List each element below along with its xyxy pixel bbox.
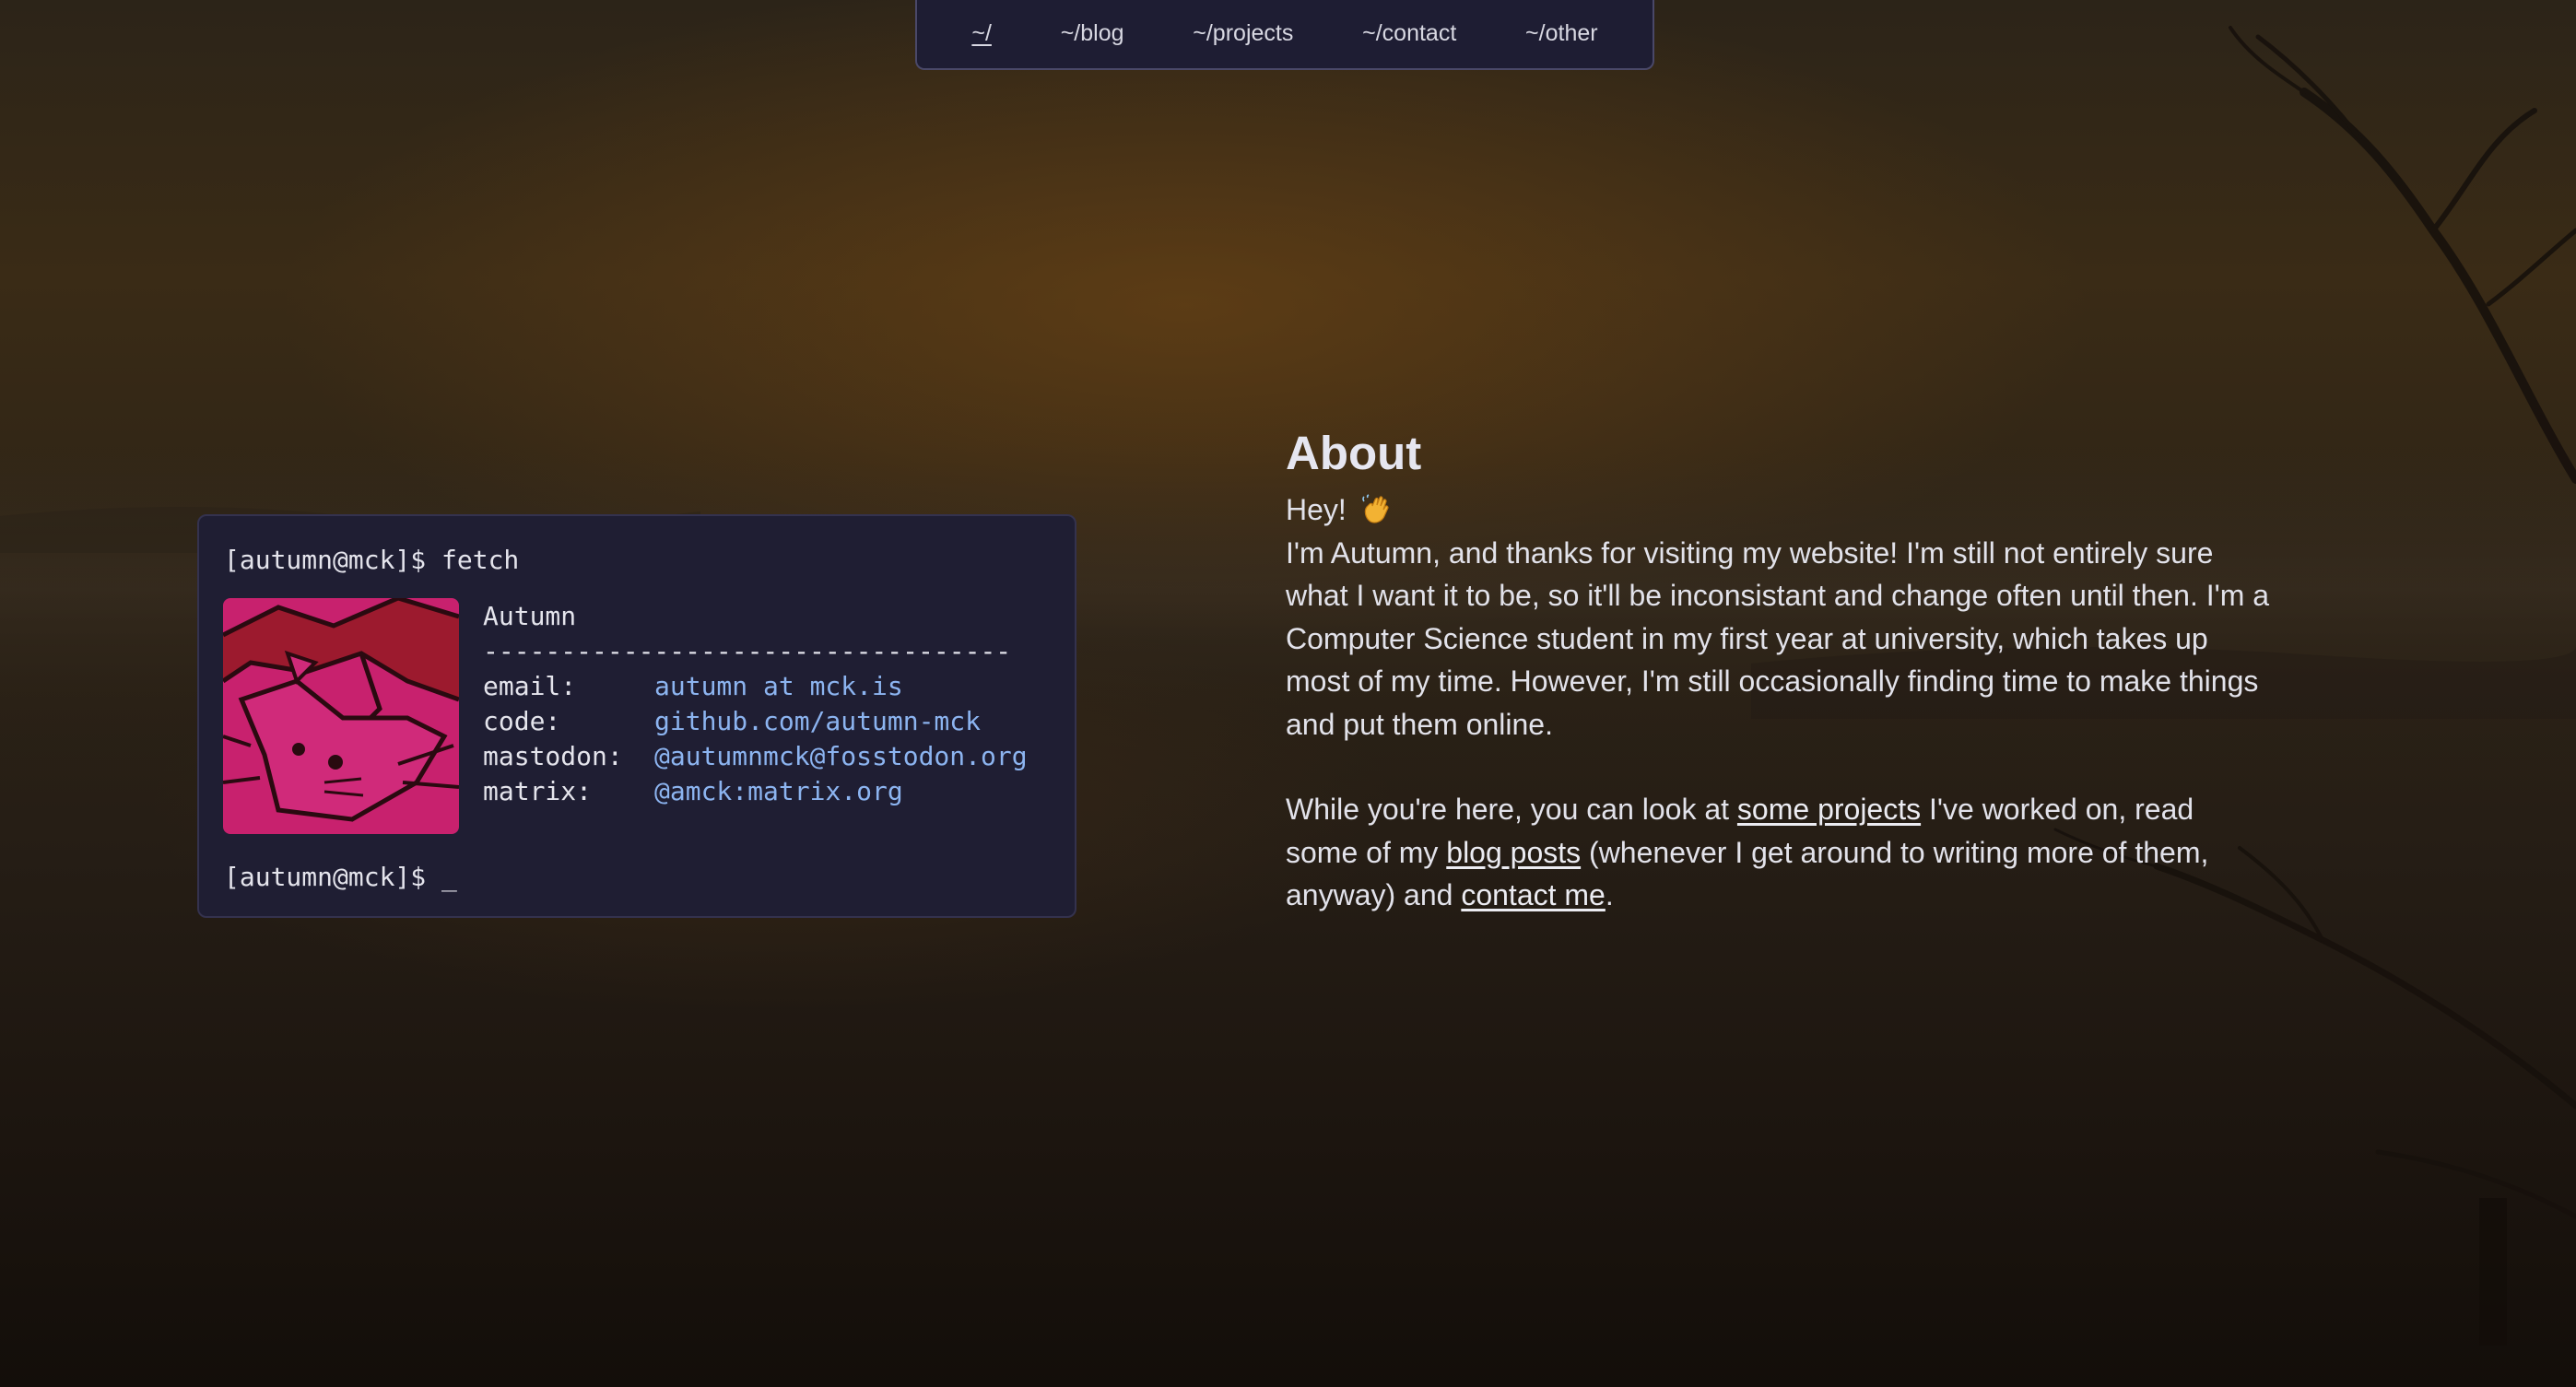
fetch-row-mastodon: mastodon: @autumnmck@fosstodon.org — [483, 739, 1028, 774]
fetch-row-code: code: github.com/autumn-mck — [483, 704, 1028, 739]
fetch-key: code: — [483, 706, 561, 736]
fetch-key: mastodon: — [483, 741, 623, 771]
about-paragraph-2: While you're here, you can look at some … — [1286, 788, 2272, 917]
fetch-separator: ---------------------------------- — [483, 636, 1012, 666]
fetch-row-email: email: autumn at mck.is — [483, 669, 1028, 704]
avatar — [223, 598, 459, 834]
projects-link[interactable]: some projects — [1737, 793, 1921, 826]
greeting: Hey! — [1286, 488, 2272, 532]
text-span: While you're here, you can look at — [1286, 793, 1737, 826]
about-paragraph-1: I'm Autumn, and thanks for visiting my w… — [1286, 535, 2270, 741]
nav-link-contact[interactable]: ~/contact — [1362, 21, 1456, 45]
contact-me-link[interactable]: contact me — [1461, 878, 1606, 911]
fetch-key: email: — [483, 671, 577, 701]
fetch-info: Autumn ---------------------------------… — [483, 599, 1028, 809]
greeting-text: Hey! — [1286, 493, 1347, 526]
waving-hand-icon — [1361, 494, 1393, 525]
nav-link-other[interactable]: ~/other — [1525, 21, 1598, 45]
terminal-prompt: [autumn@mck]$ — [224, 862, 442, 892]
mastodon-link[interactable]: @autumnmck@fosstodon.org — [654, 739, 1028, 774]
terminal-cursor: _ — [441, 862, 457, 892]
terminal-command-line: [autumn@mck]$ fetch — [224, 545, 520, 575]
fetch-row-matrix: matrix: @amck:matrix.org — [483, 774, 1028, 809]
code-link[interactable]: github.com/autumn-mck — [654, 704, 981, 739]
blog-posts-link[interactable]: blog posts — [1446, 836, 1581, 869]
top-nav: ~/ ~/blog ~/projects ~/contact ~/other — [915, 0, 1654, 70]
terminal-fetch-panel: [autumn@mck]$ fetch Autumn -------------… — [197, 514, 1076, 918]
terminal-prompt-line: [autumn@mck]$ _ — [224, 864, 457, 890]
text-span: . — [1605, 878, 1614, 911]
nav-link-projects[interactable]: ~/projects — [1193, 21, 1293, 45]
nav-link-home[interactable]: ~/ — [971, 21, 992, 45]
about-section: About Hey! I'm Autumn, and thanks for vi… — [1286, 424, 2272, 917]
fetch-name: Autumn — [483, 601, 577, 631]
about-heading: About — [1286, 427, 1422, 479]
nav-link-blog[interactable]: ~/blog — [1061, 21, 1124, 45]
matrix-link[interactable]: @amck:matrix.org — [654, 774, 903, 809]
fetch-key: matrix: — [483, 776, 593, 806]
email-link[interactable]: autumn at mck.is — [654, 669, 903, 704]
